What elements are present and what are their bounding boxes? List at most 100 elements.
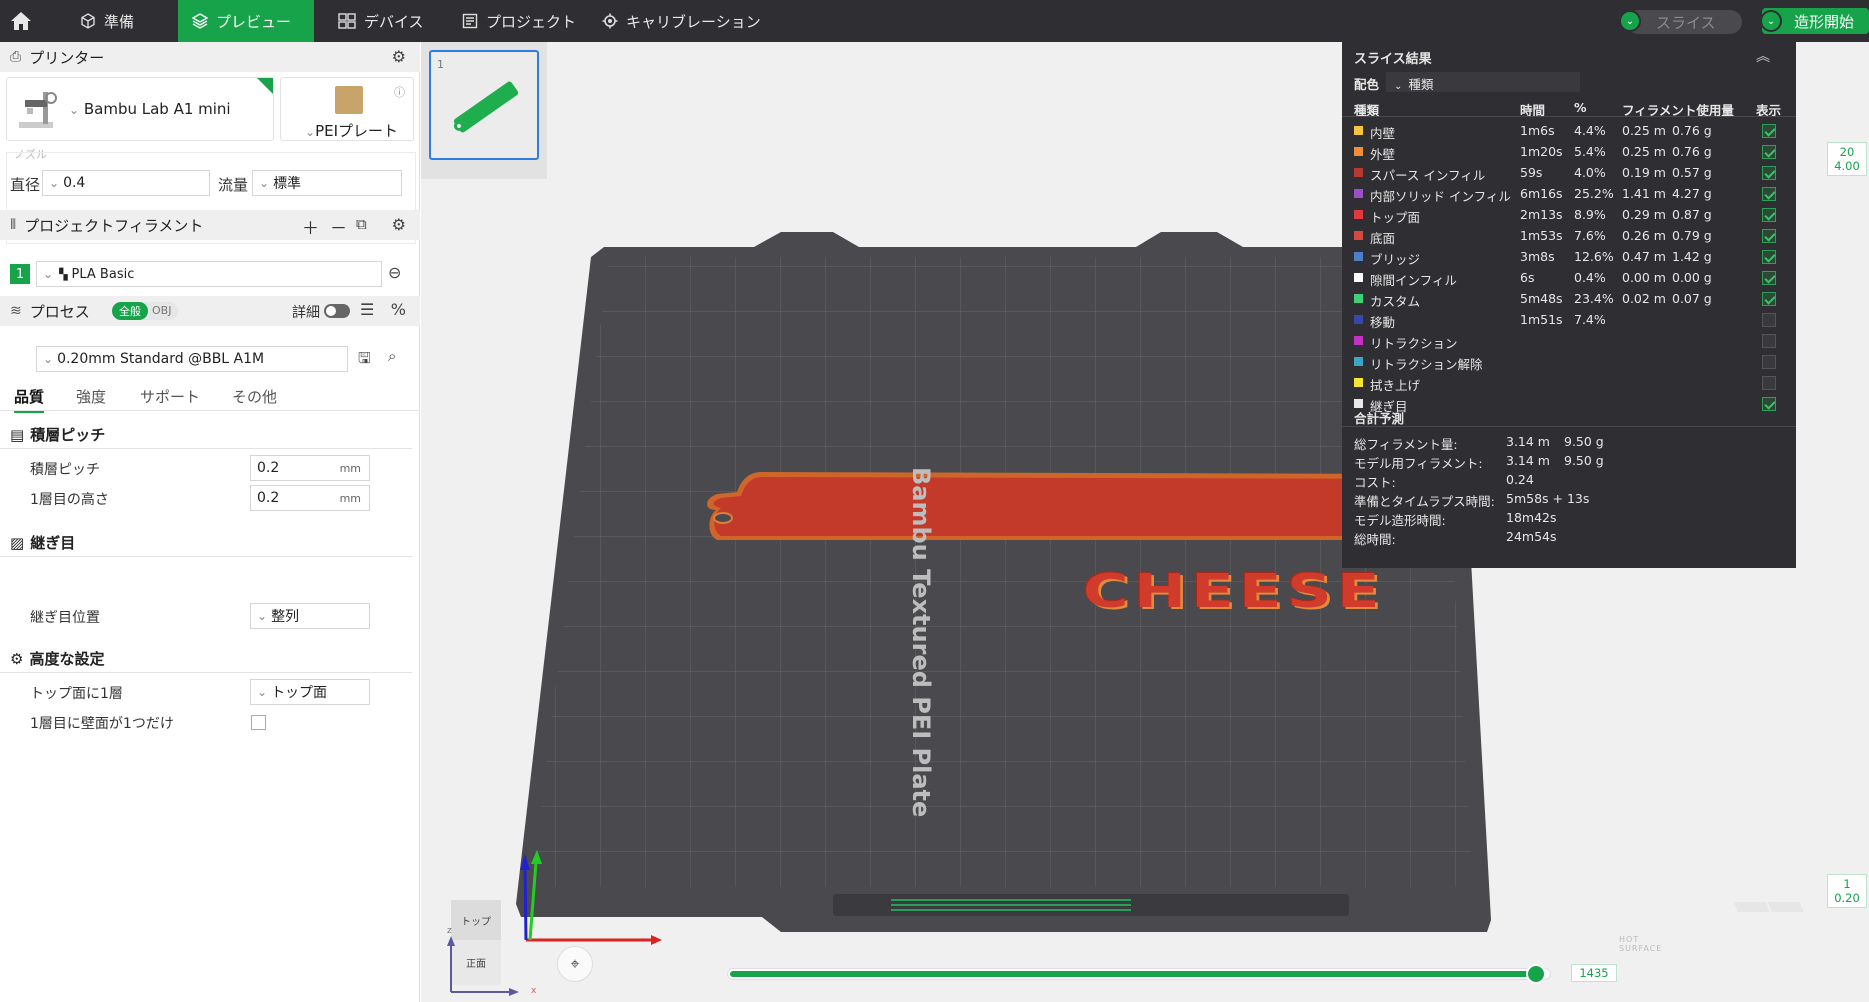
group-divider xyxy=(0,556,412,557)
visibility-checkbox[interactable] xyxy=(1762,166,1776,180)
visibility-checkbox[interactable] xyxy=(1762,208,1776,222)
color-scheme-label: 配色 xyxy=(1354,77,1380,92)
color-swatch xyxy=(1354,147,1363,156)
plate-name: ⌄PEIプレート xyxy=(305,122,399,140)
tab-prepare[interactable]: 準備 xyxy=(66,0,148,42)
tab-strength[interactable]: 強度 xyxy=(76,386,106,407)
section-title: プロセス xyxy=(29,302,90,321)
seam-position-select[interactable]: ⌄ 整列 xyxy=(250,603,370,629)
legend-row: 底面 1m53s 7.6% 0.26 m 0.79 g xyxy=(1342,225,1796,246)
process-preset-select[interactable]: ⌄ 0.20mm Standard @BBL A1M xyxy=(36,346,348,372)
visibility-checkbox[interactable] xyxy=(1762,271,1776,285)
totals-label: 総時間: xyxy=(1354,532,1396,547)
bottom-layer-value[interactable]: 1 0.20 xyxy=(1827,874,1867,908)
visibility-checkbox[interactable] xyxy=(1762,229,1776,243)
tab-preview[interactable]: プレビュー xyxy=(178,0,314,42)
search-icon[interactable]: ⌕ xyxy=(388,347,396,365)
collapse-icon[interactable]: ︽ xyxy=(1756,46,1770,66)
color-swatch xyxy=(1354,273,1363,282)
top-layer-value[interactable]: 20 4.00 xyxy=(1827,142,1867,176)
project-icon xyxy=(462,13,478,29)
printer-icon: ⎙ xyxy=(10,49,22,65)
feature-length: 0.02 m xyxy=(1622,291,1666,306)
feature-length: 0.19 m xyxy=(1622,165,1666,180)
tab-quality[interactable]: 品質 xyxy=(14,386,45,413)
visibility-checkbox[interactable] xyxy=(1762,250,1776,264)
legend-row: 拭き上げ xyxy=(1342,372,1796,393)
bed-label: Bambu Textured PEI Plate xyxy=(907,467,935,818)
first-layer-one-wall-checkbox[interactable] xyxy=(251,715,266,730)
printer-selector[interactable]: ⌄ Bambu Lab A1 mini xyxy=(6,77,274,141)
plate-selector[interactable]: ⓘ ⌄PEIプレート xyxy=(280,77,414,141)
visibility-checkbox[interactable] xyxy=(1762,145,1776,159)
slice-dropdown-button[interactable]: ⌄ xyxy=(1619,10,1641,32)
slice-button[interactable]: スライス xyxy=(1626,10,1742,34)
flow-select[interactable]: ⌄ 標準 xyxy=(252,170,402,196)
tab-label: デバイス xyxy=(364,12,424,31)
legend-row: 外壁 1m20s 5.4% 0.25 m 0.76 g xyxy=(1342,141,1796,162)
tab-support[interactable]: サポート xyxy=(140,386,200,407)
feature-length: 0.25 m xyxy=(1622,144,1666,159)
filament-sync-icon[interactable]: ⧉ xyxy=(356,215,367,233)
feature-weight: 0.76 g xyxy=(1672,144,1712,159)
scope-obj[interactable]: OBJ xyxy=(152,304,171,317)
tab-calibration[interactable]: キャリブレーション xyxy=(588,0,775,42)
legend-row: 内壁 1m6s 4.4% 0.25 m 0.76 g xyxy=(1342,120,1796,141)
top-one-wall-select[interactable]: ⌄ トップ面 xyxy=(250,679,370,705)
tab-label: 準備 xyxy=(104,12,135,31)
feature-percent: 12.6% xyxy=(1574,249,1614,264)
tab-project[interactable]: プロジェクト xyxy=(448,0,590,42)
info-icon[interactable]: ⓘ xyxy=(394,84,405,100)
layer-height-input[interactable]: 0.2 mm xyxy=(250,455,370,481)
gear-icon[interactable]: ⚙ xyxy=(392,215,406,234)
visibility-checkbox[interactable] xyxy=(1762,292,1776,306)
move-slider-track[interactable] xyxy=(727,964,1551,984)
feature-percent: 4.4% xyxy=(1574,123,1606,138)
visibility-checkbox[interactable] xyxy=(1762,397,1776,411)
visibility-checkbox[interactable] xyxy=(1762,187,1776,201)
totals-label: コスト: xyxy=(1354,475,1396,490)
plate-image-icon xyxy=(335,86,363,114)
view-cube-axes xyxy=(447,936,519,996)
visibility-checkbox[interactable] xyxy=(1762,313,1776,327)
filament-select[interactable]: ⌄ ▚ PLA Basic xyxy=(36,261,382,287)
move-slider-thumb[interactable] xyxy=(1526,964,1546,984)
home-button[interactable] xyxy=(0,0,42,42)
scope-all[interactable]: 全般 xyxy=(112,302,148,320)
gear-icon[interactable]: ⚙ xyxy=(392,47,406,66)
feature-length: 0.29 m xyxy=(1622,207,1666,222)
first-layer-height-input[interactable]: 0.2 mm xyxy=(250,485,370,511)
color-scheme-select[interactable]: ⌄ 種類 xyxy=(1386,72,1580,92)
totals-value-2: 9.50 g xyxy=(1564,434,1604,449)
process-scope-toggle[interactable]: 全般 OBJ xyxy=(112,302,178,320)
process-section-header: ≋ プロセス 全般 OBJ 詳細 ☰ % xyxy=(0,296,420,326)
percent-icon[interactable]: % xyxy=(391,300,406,319)
visibility-checkbox[interactable] xyxy=(1762,376,1776,390)
group-divider xyxy=(0,672,412,673)
diameter-select[interactable]: ⌄ 0.4 xyxy=(42,170,210,196)
print-dropdown-button[interactable]: ⌄ xyxy=(1760,10,1782,32)
visibility-checkbox[interactable] xyxy=(1762,355,1776,369)
detail-toggle[interactable] xyxy=(324,304,350,318)
visibility-checkbox[interactable] xyxy=(1762,124,1776,138)
legend-row: カスタム 5m48s 23.4% 0.02 m 0.07 g xyxy=(1342,288,1796,309)
remove-filament-button[interactable]: － xyxy=(330,214,347,239)
filament-slot-badge[interactable]: 1 xyxy=(10,264,30,284)
save-icon[interactable]: 🖫 xyxy=(358,348,371,373)
filament-more-icon[interactable]: ⊖ xyxy=(388,263,401,282)
top-one-wall-label: トップ面に1層 xyxy=(30,686,123,702)
list-icon[interactable]: ☰ xyxy=(360,300,374,319)
visibility-checkbox[interactable] xyxy=(1762,334,1776,348)
totals-label: 準備とタイムラプス時間: xyxy=(1354,494,1495,509)
tab-label: プレビュー xyxy=(216,12,292,31)
legend-row: 継ぎ目 xyxy=(1342,393,1796,414)
tab-device[interactable]: デバイス xyxy=(324,0,438,42)
layers-icon xyxy=(192,13,208,29)
add-filament-button[interactable]: ＋ xyxy=(302,214,319,239)
filament-section-header: ⦀ プロジェクトフィラメント ＋ － ⧉ ⚙ xyxy=(0,210,420,240)
printer-section-header: ⎙ プリンター ⚙ xyxy=(0,42,420,72)
tab-others[interactable]: その他 xyxy=(232,386,277,407)
advanced-group-title: ⚙ 高度な設定 xyxy=(10,649,105,669)
fit-view-button[interactable]: ⌖ xyxy=(557,946,593,982)
first-layer-height-label: 1層目の高さ xyxy=(30,492,109,508)
